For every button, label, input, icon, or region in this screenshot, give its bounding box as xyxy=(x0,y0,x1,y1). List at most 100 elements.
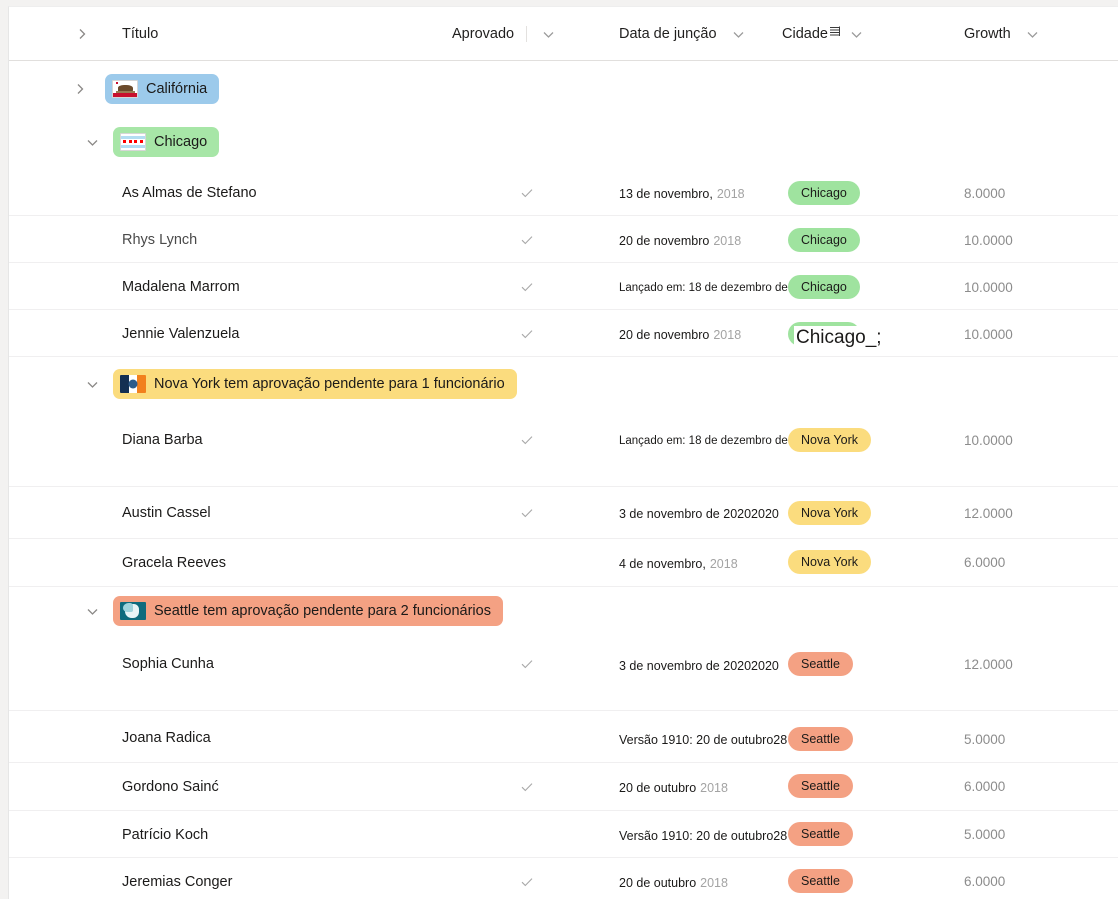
date-main: Lançado em: 18 de dezembro de 2018 xyxy=(619,435,817,447)
group-row-novayork[interactable]: Nova York tem aprovação pendente para 1 … xyxy=(9,357,1118,411)
checkmark-icon xyxy=(519,232,535,248)
cell-data: 20 de outubro 2018 xyxy=(619,876,728,890)
city-badge: Seattle xyxy=(788,652,853,676)
column-header-titulo[interactable]: Título xyxy=(122,7,158,61)
group-pill-seattle[interactable]: Seattle tem aprovação pendente para 2 fu… xyxy=(113,596,503,626)
cell-aprovado[interactable] xyxy=(515,505,539,521)
cell-cidade[interactable]: Seattle xyxy=(788,652,853,676)
cell-aprovado[interactable] xyxy=(515,279,539,295)
city-badge: Nova York xyxy=(788,428,871,452)
cell-titulo: Austin Cassel xyxy=(122,505,211,521)
group-pill-chicago[interactable]: Chicago xyxy=(113,127,219,157)
table-row[interactable]: As Almas de Stefano 13 de novembro,2018 … xyxy=(9,169,1118,216)
table-row[interactable]: Austin Cassel 3 de novembro de 20202020 … xyxy=(9,487,1118,539)
cell-cidade[interactable]: Seattle xyxy=(788,869,853,893)
cell-cidade[interactable]: Nova York xyxy=(788,550,871,574)
column-header-aprovado[interactable]: Aprovado xyxy=(452,7,556,61)
city-badge: Nova York xyxy=(788,550,871,574)
column-header-label: Data de junção xyxy=(619,26,717,42)
date-year: 2018 xyxy=(710,557,738,571)
table-row[interactable]: Madalena Marrom Lançado em: 18 de dezemb… xyxy=(9,263,1118,310)
column-header-growth[interactable]: Growth xyxy=(964,7,1040,61)
group-pill-california[interactable]: Califórnia xyxy=(105,74,219,104)
table-row[interactable]: Rhys Lynch 20 de novembro2018 Chicago 10… xyxy=(9,216,1118,263)
cell-aprovado[interactable] xyxy=(515,779,539,795)
table-row[interactable]: Gracela Reeves 4 de novembro,2018 Nova Y… xyxy=(9,539,1118,587)
city-badge: Chicago xyxy=(788,228,860,252)
group-expander-california[interactable] xyxy=(69,62,91,115)
chevron-down-icon[interactable] xyxy=(1025,27,1040,42)
cell-cidade[interactable]: Seattle xyxy=(788,822,853,846)
column-header-label: Título xyxy=(122,26,158,42)
cell-data: Versão 1910: 20 de outubro28 de xyxy=(619,733,805,747)
group-row-seattle[interactable]: Seattle tem aprovação pendente para 2 fu… xyxy=(9,587,1118,635)
cell-growth: 8.0000 xyxy=(964,186,1005,201)
cell-cidade[interactable]: Nova York xyxy=(788,501,871,525)
chevron-down-icon xyxy=(85,604,100,619)
cell-growth: 12.0000 xyxy=(964,657,1013,672)
column-header-label: Cidade xyxy=(782,26,828,42)
chevron-down-icon[interactable] xyxy=(541,27,556,42)
cell-cidade[interactable]: Seattle xyxy=(788,774,853,798)
cell-titulo: Patrício Koch xyxy=(122,827,208,843)
chevron-right-icon xyxy=(73,82,87,96)
cell-cidade[interactable]: Nova York xyxy=(788,428,871,452)
data-grid: Título Aprovado Data de junção xyxy=(8,6,1118,899)
chevron-down-icon[interactable] xyxy=(731,27,746,42)
table-row[interactable]: Jeremias Conger 20 de outubro2018 Seattl… xyxy=(9,858,1118,899)
cell-data: Lançado em: 18 de dezembro de 2018 xyxy=(619,435,817,447)
column-header-cidade[interactable]: Cidade xyxy=(782,7,864,61)
cell-cidade[interactable]: Chicago Chicago_; xyxy=(788,322,860,346)
group-pill-novayork[interactable]: Nova York tem aprovação pendente para 1 … xyxy=(113,369,517,399)
table-row[interactable]: Jennie Valenzuela 20 de novembro2018 Chi… xyxy=(9,310,1118,357)
group-expander-chicago[interactable] xyxy=(81,115,103,169)
table-row[interactable]: Diana Barba Lançado em: 18 de dezembro d… xyxy=(9,411,1118,487)
date-year: 2018 xyxy=(717,187,745,201)
date-main: Lançado em: 18 de dezembro de 2018 xyxy=(619,282,817,294)
root-group-expander[interactable] xyxy=(75,7,89,61)
cell-cidade[interactable]: Chicago xyxy=(788,275,860,299)
checkmark-icon xyxy=(519,432,535,448)
group-expander-seattle[interactable] xyxy=(81,587,103,635)
group-label: Seattle tem aprovação pendente para 2 fu… xyxy=(154,603,491,619)
column-header-data-de-juncao[interactable]: Data de junção xyxy=(619,7,746,61)
cell-titulo: Sophia Cunha xyxy=(122,656,214,672)
group-label: Califórnia xyxy=(146,81,207,97)
checkmark-icon xyxy=(519,656,535,672)
table-row[interactable]: Joana Radica Versão 1910: 20 de outubro2… xyxy=(9,711,1118,763)
group-row-california[interactable]: Califórnia xyxy=(9,62,1118,115)
date-main: 20 de outubro xyxy=(619,876,696,890)
cell-data: 13 de novembro,2018 xyxy=(619,187,745,201)
cell-aprovado[interactable] xyxy=(515,326,539,342)
cell-growth: 10.0000 xyxy=(964,433,1013,448)
group-row-chicago[interactable]: Chicago xyxy=(9,115,1118,169)
cell-aprovado[interactable] xyxy=(515,232,539,248)
cell-aprovado[interactable] xyxy=(515,432,539,448)
cell-growth: 6.0000 xyxy=(964,874,1005,889)
cell-titulo: Madalena Marrom xyxy=(122,279,240,295)
column-options-icon[interactable] xyxy=(829,25,841,39)
chevron-down-icon xyxy=(85,135,100,150)
city-edit-input[interactable]: Chicago_; xyxy=(794,326,884,350)
cell-cidade[interactable]: Chicago xyxy=(788,228,860,252)
checkmark-icon xyxy=(519,505,535,521)
table-row[interactable]: Sophia Cunha 3 de novembro de 20202020 S… xyxy=(9,635,1118,711)
date-main: Versão 1910: 20 de outubro xyxy=(619,733,773,747)
cell-cidade[interactable]: Chicago xyxy=(788,181,860,205)
table-row[interactable]: Gordono Sainć 20 de outubro2018 Seattle … xyxy=(9,763,1118,811)
date-main: 3 de novembro de 2020 xyxy=(619,659,751,673)
date-main: 20 de novembro xyxy=(619,328,709,342)
cell-cidade[interactable]: Seattle xyxy=(788,727,853,751)
date-year: 2018 xyxy=(700,876,728,890)
group-expander-novayork[interactable] xyxy=(81,357,103,411)
cell-growth: 5.0000 xyxy=(964,827,1005,842)
table-row[interactable]: Patrício Koch Versão 1910: 20 de outubro… xyxy=(9,811,1118,858)
chevron-down-icon[interactable] xyxy=(849,27,864,42)
city-badge: Seattle xyxy=(788,727,853,751)
cell-aprovado[interactable] xyxy=(515,874,539,890)
city-badge: Seattle xyxy=(788,774,853,798)
cell-aprovado[interactable] xyxy=(515,656,539,672)
chicago-flag-icon xyxy=(120,133,146,151)
cell-aprovado[interactable] xyxy=(515,185,539,201)
column-header-label: Aprovado xyxy=(452,26,514,42)
